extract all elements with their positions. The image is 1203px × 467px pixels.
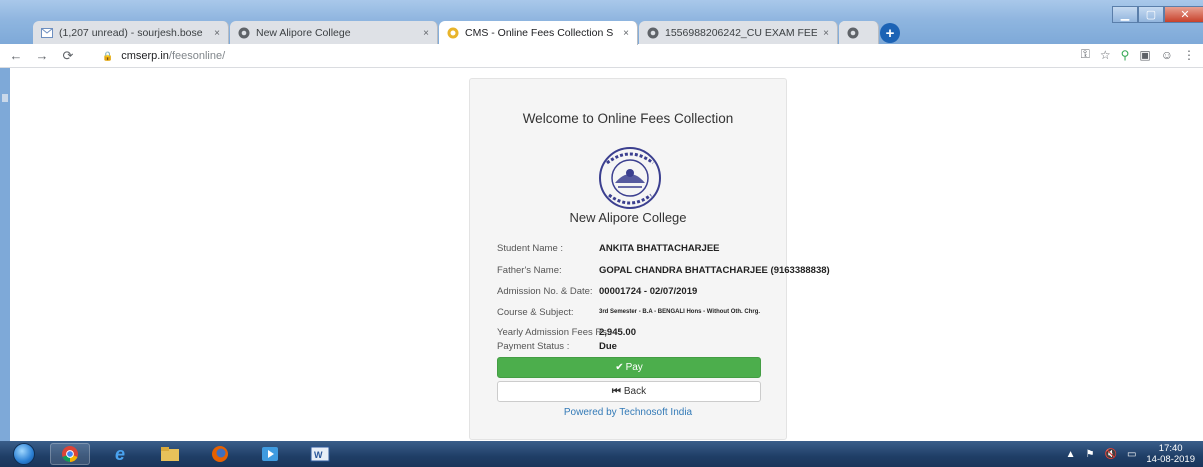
- tab-close-icon[interactable]: ×: [423, 28, 429, 39]
- windows-orb-icon: [13, 443, 35, 465]
- cms-icon: [447, 27, 459, 39]
- college-logo: [599, 147, 661, 209]
- network-icon[interactable]: ▭: [1127, 449, 1136, 460]
- lock-icon: 🔒: [102, 50, 114, 61]
- url-path: /feesonline/: [168, 50, 226, 62]
- left-window-edge: [0, 68, 10, 441]
- url-host: cmserp.in: [121, 50, 169, 62]
- globe-icon: [847, 27, 859, 39]
- fast-backward-icon: ⏮: [611, 386, 621, 397]
- extension-search-icon[interactable]: ⚲: [1121, 48, 1130, 62]
- flag-icon[interactable]: ⚑: [1086, 449, 1095, 460]
- field-student-name: Student Name : ANKITA BHATTACHARJEE: [497, 241, 720, 255]
- field-value: 3rd Semester - B.A - BENGALI Hons - With…: [599, 309, 761, 315]
- globe-icon: [647, 27, 659, 39]
- window-frame: [0, 0, 1203, 20]
- window-controls: ▁ ▢ ✕: [1112, 6, 1203, 24]
- internet-explorer-icon[interactable]: e: [100, 443, 140, 465]
- menu-icon[interactable]: ⋮: [1183, 48, 1195, 62]
- tab-title: CMS - Online Fees Collection S: [465, 27, 614, 39]
- reload-icon[interactable]: ⟳: [58, 48, 78, 64]
- field-yearly-fees: Yearly Admission Fees Rs.: 2,945.00: [497, 325, 636, 339]
- minimize-icon[interactable]: ▁: [1112, 6, 1138, 23]
- field-label: Yearly Admission Fees Rs.:: [497, 326, 613, 338]
- tab-website-management[interactable]: [839, 21, 879, 45]
- tab-new-alipore-college[interactable]: New Alipore College ×: [230, 21, 438, 45]
- word-icon[interactable]: W: [300, 443, 340, 465]
- maximize-icon[interactable]: ▢: [1138, 6, 1164, 23]
- address-bar[interactable]: 🔒 cmserp.in /feesonline/: [102, 48, 225, 64]
- toolbar-actions: ⚿ ☆ ⚲ ▣ ☺ ⋮: [1081, 47, 1195, 62]
- start-button[interactable]: [4, 441, 44, 467]
- field-value: 2,945.00: [599, 326, 636, 338]
- tab-close-icon[interactable]: ×: [214, 28, 220, 39]
- tab-close-icon[interactable]: ×: [623, 28, 629, 39]
- clock-date: 14-08-2019: [1146, 454, 1195, 465]
- field-admission-no: Admission No. & Date: 00001724 - 02/07/2…: [497, 284, 697, 298]
- powered-by-link[interactable]: Powered by Technosoft India: [470, 407, 786, 418]
- extension-icon[interactable]: ▣: [1139, 48, 1150, 62]
- tab-title: (1,207 unread) - sourjesh.bose: [59, 27, 203, 39]
- clock-time: 17:40: [1158, 443, 1183, 454]
- tab-title: 1556988206242_CU EXAM FEE: [665, 27, 818, 39]
- field-course-subject: Course & Subject: 3rd Semester - B.A - B…: [497, 305, 760, 319]
- file-explorer-icon[interactable]: [150, 443, 190, 465]
- college-name: New Alipore College: [569, 210, 687, 225]
- tab-title: New Alipore College: [256, 27, 351, 39]
- mail-icon: [41, 27, 53, 39]
- window-close-icon[interactable]: ✕: [1164, 6, 1203, 23]
- forward-arrow-icon[interactable]: →: [32, 48, 52, 63]
- volume-muted-icon[interactable]: 🔇: [1104, 449, 1116, 460]
- field-value: ANKITA BHATTACHARJEE: [599, 242, 720, 254]
- system-tray: ▲ ⚑ 🔇 ▭ 17:40 14-08-2019: [1066, 441, 1195, 467]
- pay-button[interactable]: ✔ Pay: [497, 357, 761, 378]
- field-label: Course & Subject:: [497, 306, 574, 318]
- tab-gmail[interactable]: (1,207 unread) - sourjesh.bose ×: [33, 21, 229, 45]
- field-label: Student Name :: [497, 242, 564, 254]
- pay-button-label: Pay: [625, 362, 643, 373]
- back-arrow-icon[interactable]: ←: [6, 48, 26, 63]
- key-icon[interactable]: ⚿: [1081, 47, 1090, 62]
- fees-card: Welcome to Online Fees Collection New Al…: [469, 78, 830, 440]
- field-label: Admission No. & Date:: [497, 285, 593, 297]
- field-value: Due: [599, 340, 617, 352]
- tab-cms-online-fees[interactable]: CMS - Online Fees Collection S ×: [439, 21, 638, 45]
- page-title: Welcome to Online Fees Collection: [522, 111, 734, 126]
- windows-taskbar: e W ▲ ⚑ 🔇 ▭ 17:40 14-08-2019: [0, 441, 1203, 467]
- back-button[interactable]: ⏮ Back: [497, 381, 761, 402]
- field-label: Payment Status :: [497, 340, 570, 352]
- back-button-label: Back: [623, 386, 647, 397]
- media-player-icon[interactable]: [250, 443, 290, 465]
- check-icon: ✔: [615, 362, 624, 373]
- field-value: GOPAL CHANDRA BHATTACHARJEE (9163388838): [599, 264, 830, 276]
- field-label: Father's Name:: [497, 264, 562, 276]
- clock[interactable]: 17:40 14-08-2019: [1146, 443, 1195, 465]
- browser-toolbar: ← → ⟳ 🔒 cmserp.in /feesonline/ ⚿ ☆ ⚲ ▣ ☺…: [0, 44, 1203, 68]
- star-icon[interactable]: ☆: [1100, 48, 1111, 62]
- new-tab-button[interactable]: +: [880, 23, 900, 43]
- svg-text:W: W: [314, 450, 323, 460]
- field-value: 00001724 - 02/07/2019: [599, 285, 698, 297]
- globe-icon: [238, 27, 250, 39]
- tab-cu-exam-fee[interactable]: 1556988206242_CU EXAM FEE ×: [639, 21, 838, 45]
- field-father-name: Father's Name: GOPAL CHANDRA BHATTACHARJ…: [497, 263, 830, 277]
- firefox-icon[interactable]: [200, 443, 240, 465]
- tray-expand-icon[interactable]: ▲: [1066, 449, 1076, 460]
- profile-icon[interactable]: ☺: [1161, 48, 1173, 62]
- browser-tab-strip: (1,207 unread) - sourjesh.bose × New Ali…: [0, 0, 1203, 45]
- field-payment-status: Payment Status : Due: [497, 339, 617, 353]
- chrome-taskbar-icon[interactable]: [50, 443, 90, 465]
- tab-close-icon[interactable]: ×: [823, 28, 829, 39]
